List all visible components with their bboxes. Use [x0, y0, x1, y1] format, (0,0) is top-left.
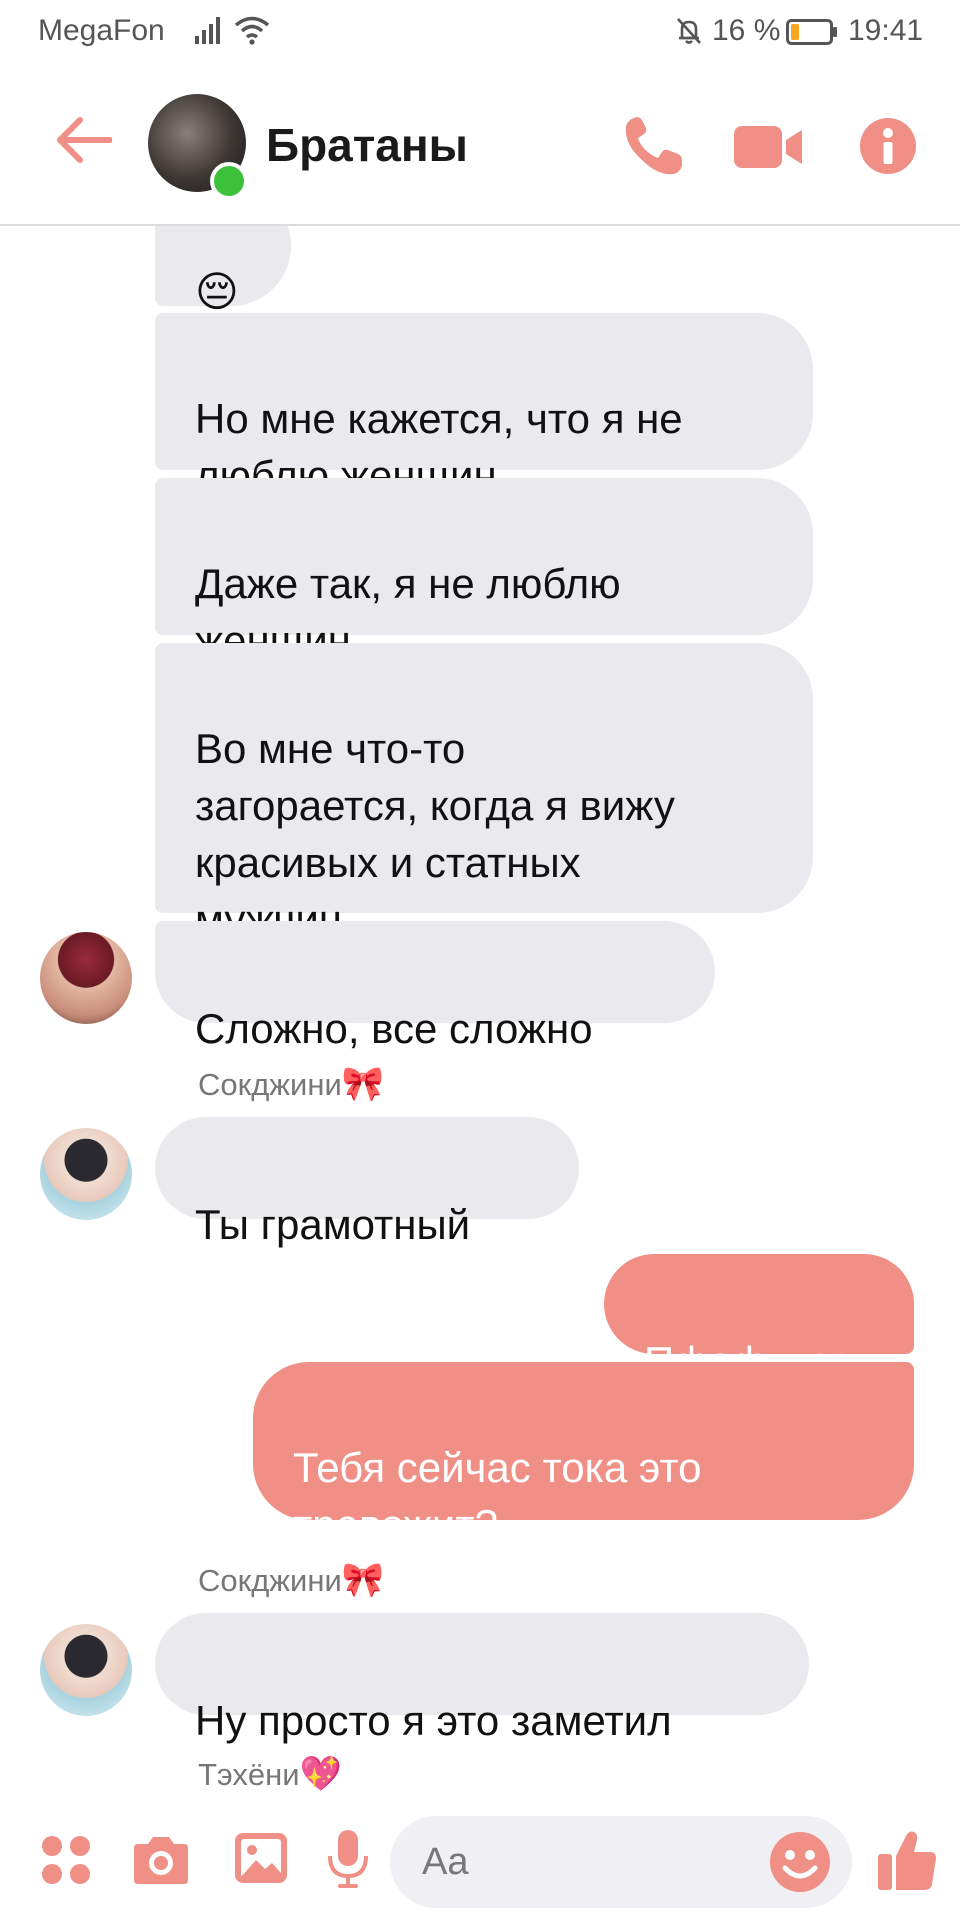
message-bubble[interactable]: Но мне кажется, что я не люблю женщин — [155, 313, 813, 499]
message-bubble[interactable]: Ну просто я это заметил — [155, 1613, 809, 1744]
message-text: Тебя сейчас тока это тревожит? — [293, 1444, 702, 1548]
microphone-icon[interactable] — [326, 1828, 370, 1890]
chat-title[interactable]: Братаны — [266, 118, 468, 172]
sender-emoji: 🎀 — [341, 1065, 385, 1103]
sender-emoji: 💖 — [299, 1755, 342, 1793]
message-text: Во мне что-то загорается, когда я вижу к… — [195, 725, 675, 943]
wifi-icon — [234, 16, 270, 45]
composer-bar: Aa — [0, 1794, 960, 1920]
gallery-icon[interactable] — [232, 1830, 290, 1886]
status-bar: MegaFon 16 % 19:41 — [0, 0, 960, 66]
sender-avatar[interactable] — [40, 932, 132, 1024]
video-camera-icon[interactable] — [732, 122, 804, 172]
message-input-placeholder: Aa — [422, 1841, 469, 1883]
message-bubble[interactable]: Ты грамотный — [155, 1117, 579, 1248]
sender-name: Тэхёни💖 — [198, 1755, 342, 1793]
sender-name: Сокджини🎀 — [198, 1561, 385, 1599]
emoji-icon[interactable] — [768, 1830, 832, 1894]
message-bubble[interactable]: Во мне что-то загорается, когда я вижу к… — [155, 643, 813, 943]
sender-name: Сокджини🎀 — [198, 1065, 385, 1103]
message-bubble-outgoing[interactable]: Пфофдды — [604, 1254, 914, 1385]
message-bubble[interactable]: Сложно, все сложно — [155, 921, 715, 1052]
message-bubble[interactable]: Даже так, я не люблю женщин — [155, 478, 813, 664]
more-dots-icon[interactable] — [40, 1834, 92, 1886]
message-list[interactable]: 😔 Но мне кажется, что я не люблю женщин … — [0, 226, 960, 1794]
clock: 19:41 — [848, 14, 924, 47]
sender-emoji: 🎀 — [341, 1561, 385, 1599]
message-text: Сложно, все сложно — [195, 1005, 593, 1052]
online-status-dot — [210, 162, 248, 200]
camera-icon[interactable] — [130, 1834, 192, 1886]
info-icon[interactable] — [858, 116, 918, 176]
carrier-name: MegaFon — [38, 14, 165, 47]
sender-avatar[interactable] — [40, 1624, 132, 1716]
messenger-screen: MegaFon 16 % 19:41 Братаны 😔 Но мне каже… — [0, 0, 960, 1920]
battery-icon — [786, 19, 837, 45]
thumbs-up-icon[interactable] — [876, 1828, 938, 1892]
phone-icon[interactable] — [620, 114, 686, 180]
message-text: 😔 — [195, 268, 239, 315]
message-text: Ты грамотный — [195, 1201, 471, 1248]
message-text: Ну просто я это заметил — [195, 1697, 672, 1744]
muted-bell-icon — [677, 18, 701, 44]
message-bubble-outgoing[interactable]: Тебя сейчас тока это тревожит? — [253, 1362, 914, 1548]
signal-icon — [195, 17, 220, 44]
back-arrow-icon[interactable] — [54, 116, 112, 164]
sender-avatar[interactable] — [40, 1128, 132, 1220]
chat-header: Братаны — [0, 66, 960, 226]
battery-percent: 16 % — [712, 14, 781, 47]
message-bubble[interactable]: 😔 — [155, 226, 291, 315]
